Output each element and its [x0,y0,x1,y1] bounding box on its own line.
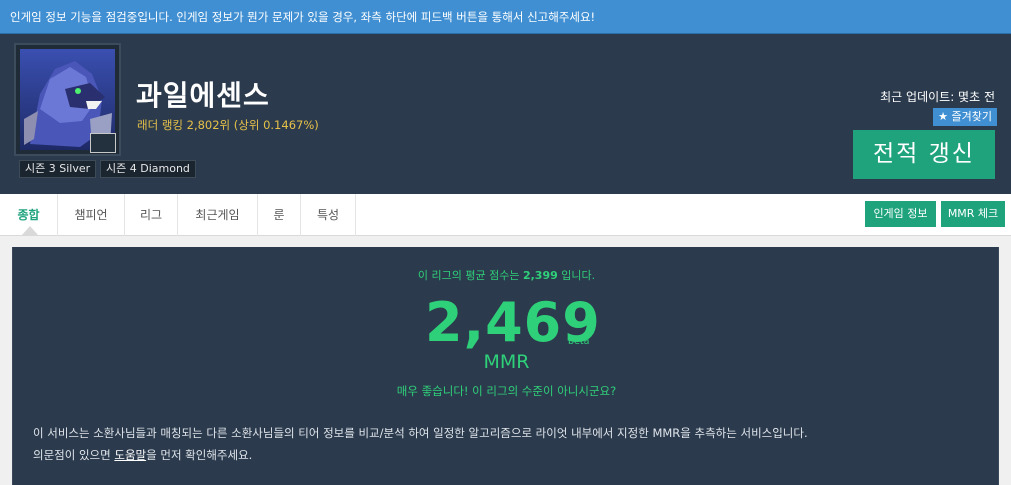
profile-icon-frame [14,43,121,156]
ladder-ranking: 래더 랭킹 2,802위 (상위 0.1467%) [137,118,319,132]
mmr-label: MMR [483,351,530,373]
service-description: 이 서비스는 소환사님들과 매칭되는 다른 소환사님들의 티어 정보를 비교/분… [33,426,808,440]
page-background [0,236,1011,247]
tab-recent-games[interactable]: 최근게임 [178,194,258,236]
tab-champion[interactable]: 챔피언 [58,194,125,236]
help-note: 의문점이 있으면 도움말을 먼저 확인해주세요. [33,448,253,462]
refresh-button[interactable]: 전적 갱신 [853,130,995,179]
league-average: 이 리그의 평균 점수는 2,399 입니다. [417,269,596,282]
level-badge [90,133,116,153]
tab-league[interactable]: 리그 [125,194,178,236]
mmr-panel: 이 리그의 평균 점수는 2,399 입니다. 2,469 beta MMR 매… [12,247,999,485]
active-tab-caret [22,226,38,235]
mmr-check-button[interactable]: MMR 체크 [941,201,1005,227]
tab-runes[interactable]: 룬 [258,194,301,236]
league-average-value: 2,399 [522,269,558,282]
notice-banner: 인게임 정보 기능을 점검중입니다. 인게임 정보가 뭔가 문제가 있을 경우,… [0,0,1011,34]
season-3-badge: 시즌 3 Silver [19,160,97,178]
ingame-info-button[interactable]: 인게임 정보 [865,201,936,227]
profile-header: 시즌 3 Silver 시즌 4 Diamond 과일에센스 래더 랭킹 2,8… [0,34,1011,194]
favorite-button[interactable]: ★ 즐겨찾기 [933,108,997,126]
tab-bar: 종합 챔피언 리그 최근게임 룬 특성 [0,194,1011,236]
beta-label: beta [568,336,590,347]
help-link[interactable]: 도움말 [114,448,146,462]
page-background-left [0,236,12,485]
summoner-name: 과일에센스 [136,79,270,112]
tab-masteries[interactable]: 특성 [301,194,356,236]
page-background-right [999,236,1011,485]
season-4-badge: 시즌 4 Diamond [100,160,196,178]
mmr-comment: 매우 좋습니다! 이 리그의 수준이 아니시군요? [396,384,617,398]
last-update-time: 최근 업데이트: 몇초 전 [880,90,995,104]
